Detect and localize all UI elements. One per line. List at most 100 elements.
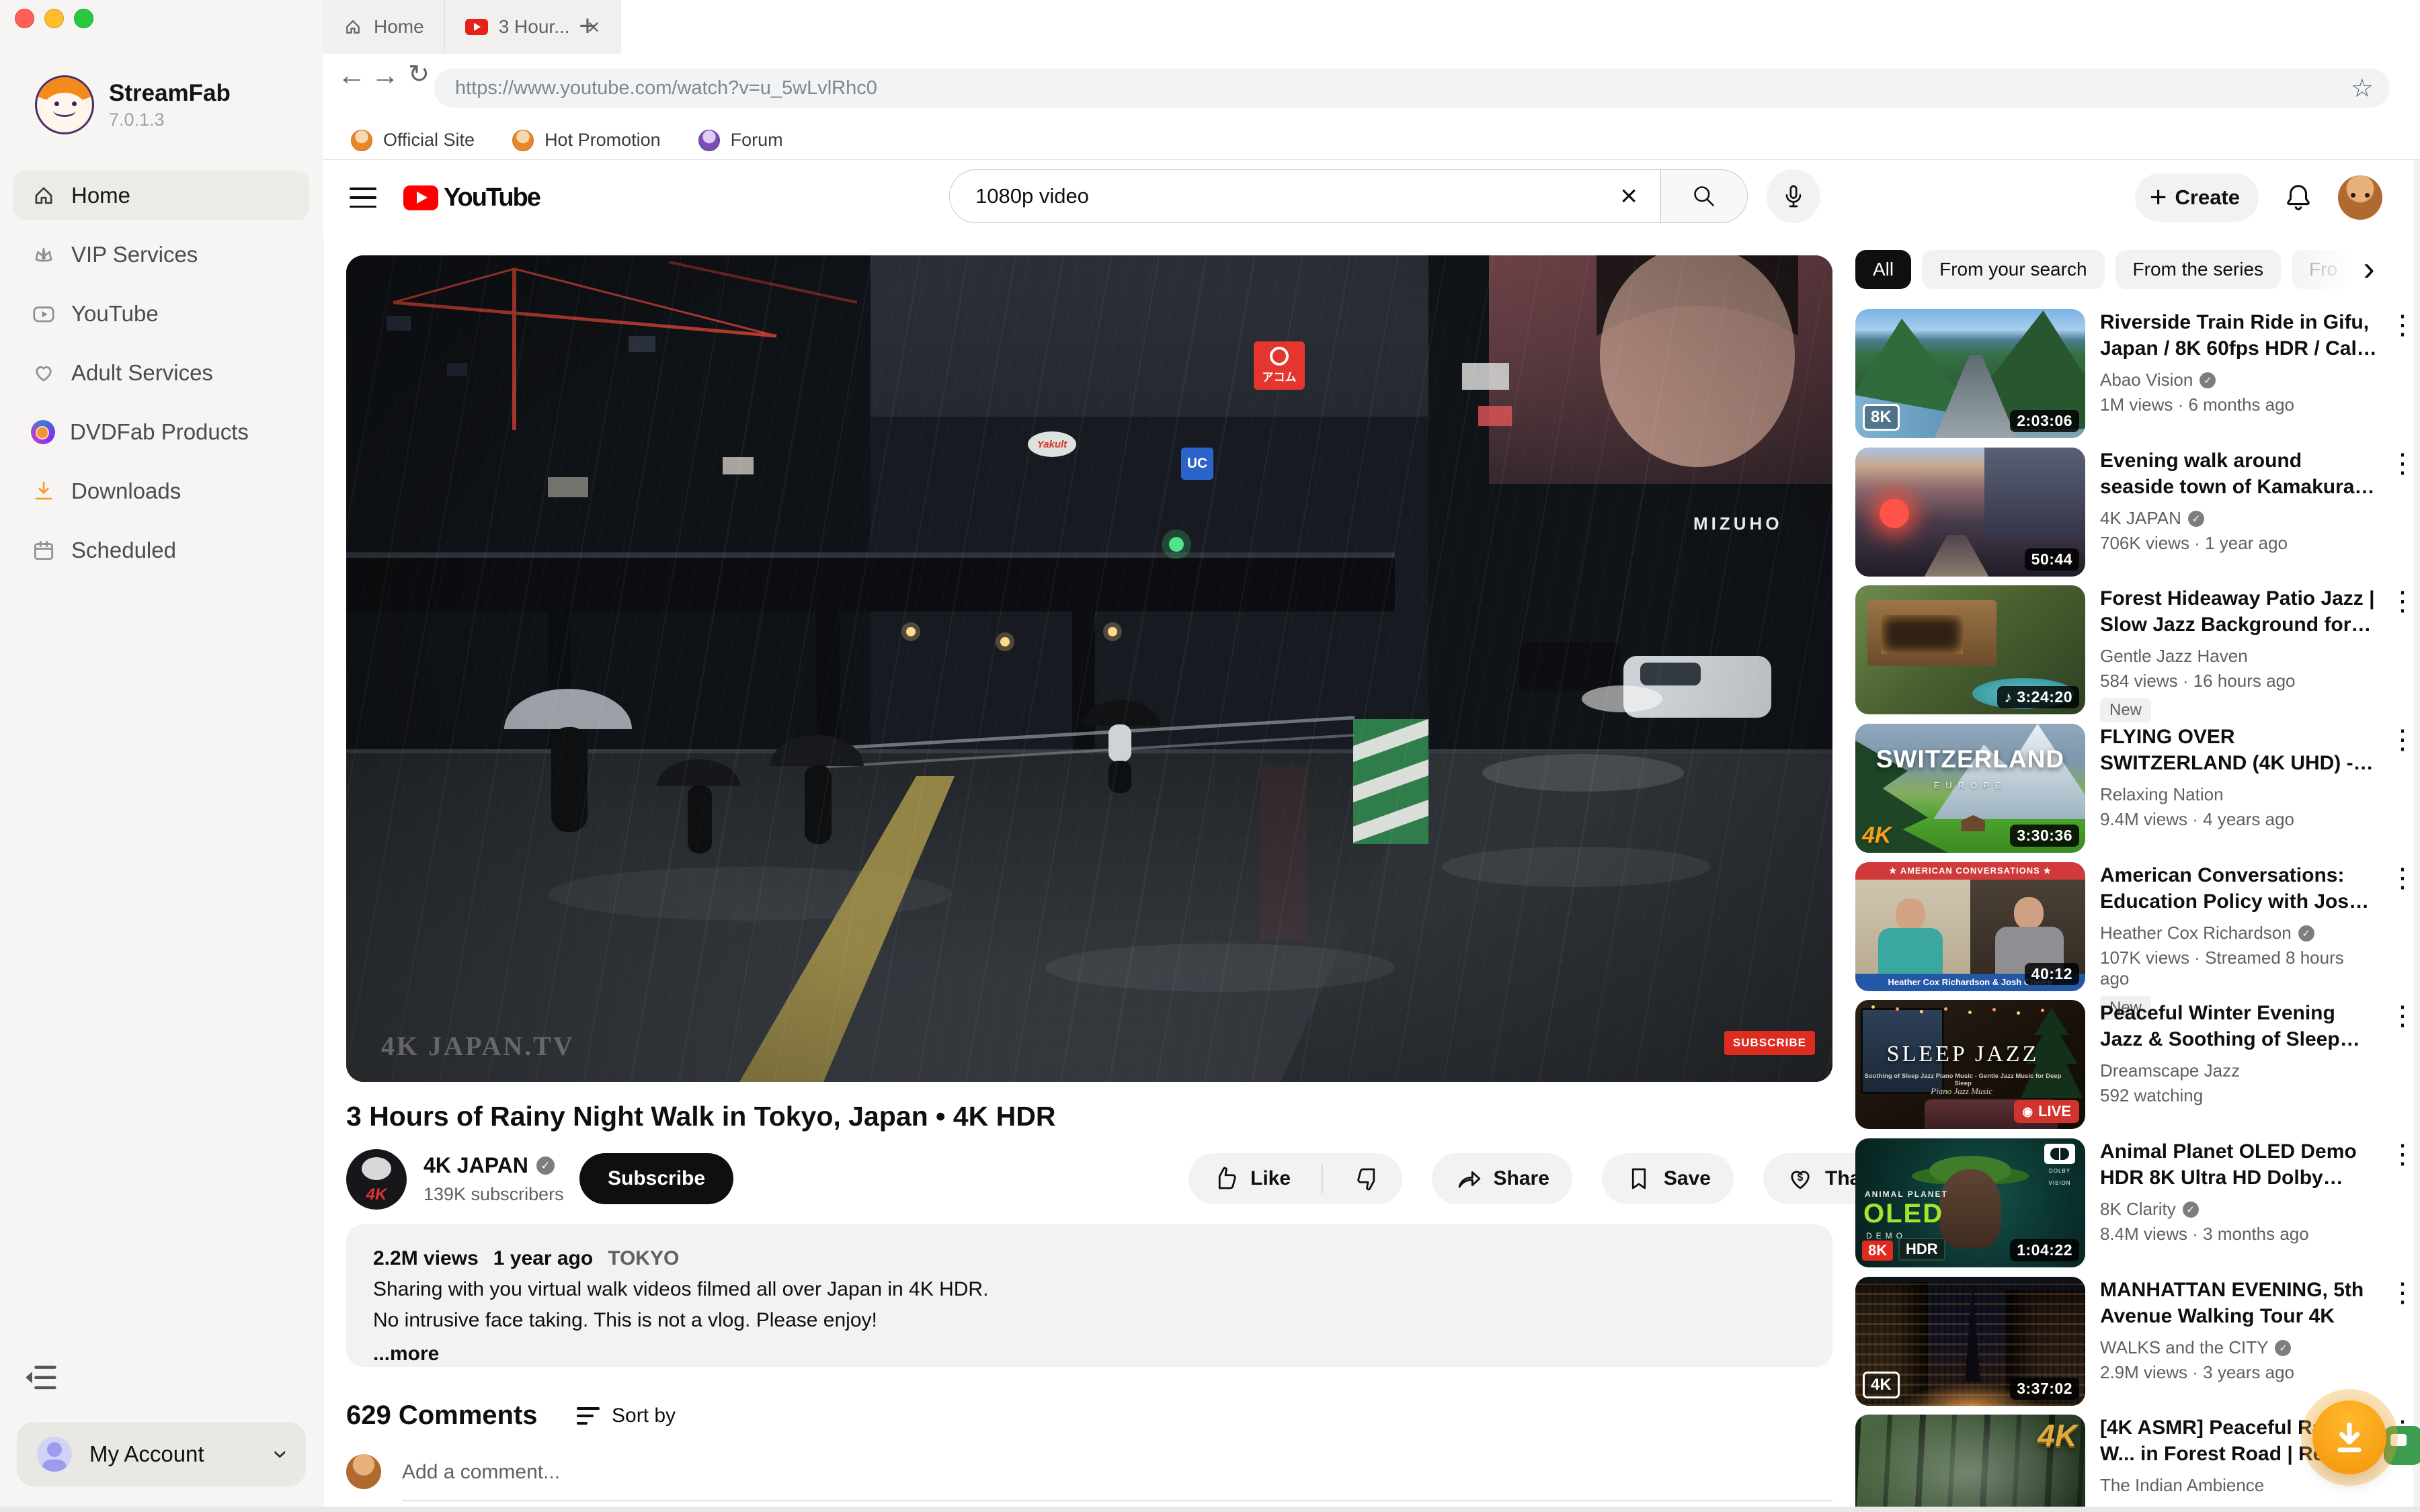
video-thumbnail[interactable]: ANIMAL PLANET OLED DEMO 8K HDR DOLBY VIS…: [1855, 1138, 2085, 1267]
url-bar[interactable]: ☆: [434, 69, 2390, 108]
back-button[interactable]: ←: [335, 59, 368, 91]
sidebar-item-home[interactable]: Home: [13, 171, 309, 220]
collapse-sidebar-button[interactable]: [24, 1361, 59, 1392]
zoom-window-button[interactable]: [74, 9, 93, 28]
voice-search-button[interactable]: [1767, 169, 1820, 223]
video-meta: 592 watching: [2100, 1085, 2377, 1106]
more-options-icon[interactable]: ⋮: [2389, 449, 2416, 478]
more-options-icon[interactable]: ⋮: [2389, 587, 2416, 616]
video-title[interactable]: Forest Hideaway Patio Jazz | Slow Jazz B…: [2100, 585, 2377, 638]
channel-avatar[interactable]: 4K: [346, 1149, 407, 1210]
forward-button[interactable]: →: [368, 59, 402, 91]
app-brand: StreamFab 7.0.1.3: [35, 75, 231, 134]
show-more-link[interactable]: ...more: [373, 1343, 1806, 1366]
video-thumbnail[interactable]: 50:44: [1855, 448, 2085, 577]
more-options-icon[interactable]: ⋮: [2389, 725, 2416, 755]
channel-name[interactable]: The Indian Ambience: [2100, 1475, 2377, 1496]
subscribe-overlay-button[interactable]: SUBSCRIBE: [1724, 1031, 1815, 1055]
add-comment-input[interactable]: Add a comment...: [402, 1461, 560, 1484]
list-item[interactable]: 50:44 Evening walk around seaside town o…: [1855, 448, 2420, 582]
list-item[interactable]: ♪ 3:24:20 Forest Hideaway Patio Jazz | S…: [1855, 585, 2420, 720]
chip-from-the-series[interactable]: From the series: [2115, 250, 2282, 289]
video-player[interactable]: アコム UC MIZUHO Yakult 4K JAPAN.TV SUBSCRI…: [346, 255, 1832, 1082]
sidebar-item-vip-services[interactable]: VIP Services: [13, 230, 309, 280]
chip-all[interactable]: All: [1855, 250, 1911, 289]
profile-avatar[interactable]: [2338, 175, 2382, 220]
video-title[interactable]: Riverside Train Ride in Gifu, Japan / 8K…: [2100, 309, 2377, 362]
chips-scroll-chevron[interactable]: ›: [2347, 247, 2390, 290]
more-options-icon[interactable]: ⋮: [2389, 1278, 2416, 1308]
thumbnail-4k-text: 4K: [2038, 1417, 2077, 1454]
channel-name[interactable]: Heather Cox Richardson✓: [2100, 923, 2377, 943]
bookmark-forum[interactable]: Forum: [698, 130, 783, 151]
list-item[interactable]: ★ AMERICAN CONVERSATIONS ★ Heather Cox R…: [1855, 862, 2420, 997]
like-button[interactable]: Like: [1188, 1153, 1311, 1204]
sidebar-item-scheduled[interactable]: Scheduled: [13, 526, 309, 575]
video-title[interactable]: Peaceful Winter Evening Jazz & Soothing …: [2100, 1000, 2377, 1052]
channel-name[interactable]: Gentle Jazz Haven: [2100, 646, 2377, 667]
video-thumbnail[interactable]: ★ AMERICAN CONVERSATIONS ★ Heather Cox R…: [1855, 862, 2085, 991]
bookmark-star-icon[interactable]: ☆: [2351, 73, 2374, 103]
reload-button[interactable]: ↻: [402, 59, 436, 89]
search-input[interactable]: [974, 183, 1611, 209]
video-meta: 107K views · Streamed 8 hours ago: [2100, 948, 2377, 989]
video-thumbnail[interactable]: ♪ 3:24:20: [1855, 585, 2085, 714]
sidebar-item-label: YouTube: [71, 301, 159, 327]
video-title[interactable]: FLYING OVER SWITZERLAND (4K UHD) - Relax…: [2100, 724, 2377, 776]
video-thumbnail[interactable]: 4K 3:37:02: [1855, 1277, 2085, 1406]
more-options-icon[interactable]: ⋮: [2389, 310, 2416, 340]
list-item[interactable]: SLEEP JAZZ Soothing of Sleep Jazz Piano …: [1855, 1000, 2420, 1134]
channel-name[interactable]: Abao Vision✓: [2100, 370, 2377, 390]
channel-name[interactable]: 4K JAPAN✓: [2100, 508, 2377, 529]
list-item[interactable]: SWITZERLAND EUROPE 4K 3:30:36 FLYING OVE…: [1855, 724, 2420, 858]
channel-name[interactable]: Dreamscape Jazz: [2100, 1060, 2377, 1081]
search-button[interactable]: [1660, 169, 1748, 223]
description-box[interactable]: 2.2M views 1 year ago TOKYO Sharing with…: [346, 1224, 1832, 1367]
search-box[interactable]: ×: [949, 169, 1660, 223]
menu-hamburger-icon[interactable]: [350, 187, 376, 208]
save-button[interactable]: Save: [1602, 1153, 1734, 1204]
video-title[interactable]: Evening walk around seaside town of Kama…: [2100, 448, 2377, 500]
video-thumbnail[interactable]: 4K: [1855, 1415, 2085, 1512]
bookmark-official-site[interactable]: Official Site: [351, 130, 475, 151]
more-options-icon[interactable]: ⋮: [2389, 1140, 2416, 1169]
create-button[interactable]: + Create: [2135, 173, 2259, 222]
video-thumbnail[interactable]: SLEEP JAZZ Soothing of Sleep Jazz Piano …: [1855, 1000, 2085, 1129]
chip-from-your-search[interactable]: From your search: [1922, 250, 2104, 289]
sidebar-item-youtube[interactable]: YouTube: [13, 289, 309, 339]
video-title[interactable]: Animal Planet OLED Demo HDR 8K Ultra HD …: [2100, 1138, 2377, 1191]
channel-name[interactable]: Relaxing Nation: [2100, 784, 2377, 805]
sort-by-button[interactable]: Sort by: [577, 1404, 676, 1427]
sidebar-item-downloads[interactable]: Downloads: [13, 466, 309, 516]
hashtag[interactable]: TOKYO: [608, 1247, 679, 1270]
youtube-logo[interactable]: YouTube: [403, 183, 540, 212]
list-item[interactable]: 8K 2:03:06 Riverside Train Ride in Gifu,…: [1855, 309, 2420, 444]
share-button[interactable]: Share: [1432, 1153, 1572, 1204]
channel-name[interactable]: 8K Clarity✓: [2100, 1199, 2377, 1220]
more-options-icon[interactable]: ⋮: [2389, 1001, 2416, 1031]
channel-name[interactable]: 4K JAPAN ✓: [424, 1153, 555, 1178]
tab-home[interactable]: Home: [323, 0, 445, 54]
video-title[interactable]: MANHATTAN EVENING, 5th Avenue Walking To…: [2100, 1277, 2377, 1329]
video-title[interactable]: American Conversations: Education Policy…: [2100, 862, 2377, 915]
new-tab-button[interactable]: +: [570, 9, 605, 44]
sidebar-item-adult-services[interactable]: Adult Services: [13, 348, 309, 398]
subscribe-button[interactable]: Subscribe: [579, 1153, 733, 1204]
dislike-button[interactable]: [1334, 1153, 1402, 1204]
video-thumbnail[interactable]: 8K 2:03:06: [1855, 309, 2085, 438]
channel-name[interactable]: WALKS and the CITY✓: [2100, 1337, 2377, 1358]
more-options-icon[interactable]: ⋮: [2389, 864, 2416, 893]
minimize-window-button[interactable]: [44, 9, 64, 28]
video-thumbnail[interactable]: SWITZERLAND EUROPE 4K 3:30:36: [1855, 724, 2085, 853]
url-input[interactable]: [454, 77, 2351, 100]
notifications-bell-icon[interactable]: [2283, 182, 2314, 213]
my-account-button[interactable]: My Account ›: [17, 1422, 306, 1486]
scrollbar-track[interactable]: [2413, 160, 2420, 1507]
list-item[interactable]: 4K 3:37:02 MANHATTAN EVENING, 5th Avenue…: [1855, 1277, 2420, 1411]
list-item[interactable]: ANIMAL PLANET OLED DEMO 8K HDR DOLBY VIS…: [1855, 1138, 2420, 1273]
close-window-button[interactable]: [15, 9, 34, 28]
bookmark-hot-promotion[interactable]: Hot Promotion: [512, 130, 661, 151]
clear-search-icon[interactable]: ×: [1611, 179, 1647, 213]
sidebar-item-dvdfab-products[interactable]: DVDFab Products: [13, 407, 309, 457]
download-fab[interactable]: [2312, 1400, 2386, 1474]
